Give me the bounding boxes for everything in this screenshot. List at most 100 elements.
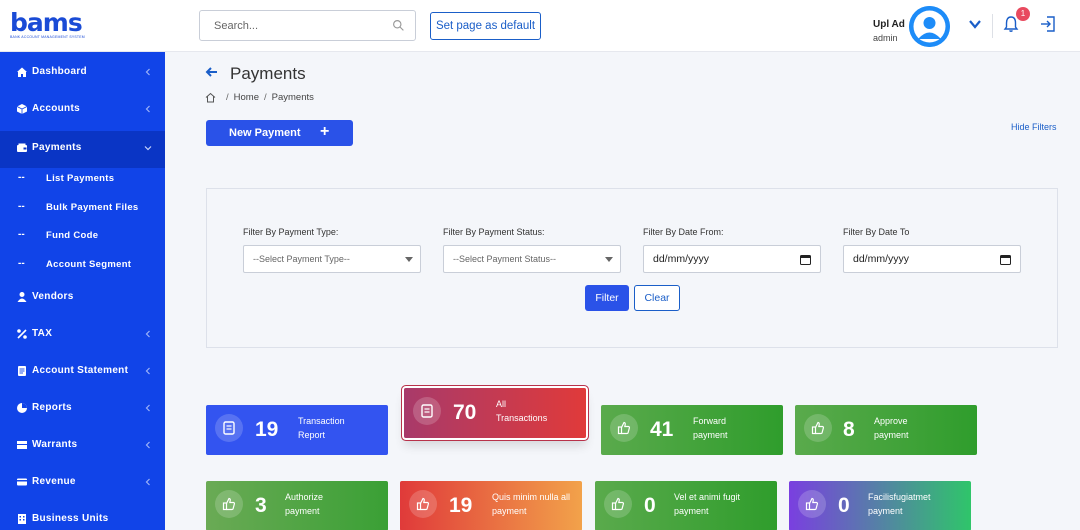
sidebar-item-label: Business Units xyxy=(32,513,109,524)
card-count: 70 xyxy=(453,401,477,424)
header-divider xyxy=(992,14,993,38)
breadcrumb: / Home / Payments xyxy=(205,92,314,103)
search-box xyxy=(199,10,416,41)
sidebar-subitem-label: Fund Code xyxy=(46,230,99,241)
calendar-icon[interactable] xyxy=(1000,254,1011,265)
sidebar-item-label: TAX xyxy=(32,328,53,339)
sidebar-subitem-account-segment[interactable]: -- Account Segment xyxy=(0,254,165,276)
chevron-down-icon[interactable] xyxy=(967,16,983,32)
card-label-line1: Facilisfugiatmet xyxy=(868,492,931,502)
subitem-dash: -- xyxy=(18,229,25,240)
user-icon xyxy=(17,292,27,302)
breadcrumb-separator: / xyxy=(226,92,229,103)
breadcrumb-separator: / xyxy=(263,92,267,103)
thumbs-up-icon xyxy=(222,497,236,511)
back-arrow-icon[interactable] xyxy=(205,65,219,79)
breadcrumb-home[interactable]: Home xyxy=(234,92,259,103)
sidebar-subitem-list-payments[interactable]: -- List Payments xyxy=(0,168,165,190)
card-authorize-payment[interactable]: 3 Authorize payment xyxy=(206,481,388,530)
logout-icon[interactable] xyxy=(1039,15,1057,33)
sidebar-item-label: Account Statement xyxy=(32,365,129,376)
card-icon-circle xyxy=(215,490,243,518)
home-icon xyxy=(17,67,27,77)
sidebar-item-label: Vendors xyxy=(32,291,74,302)
sidebar-item-business-units[interactable]: Business Units xyxy=(0,502,165,530)
card-icon-circle xyxy=(604,490,632,518)
sidebar-item-dashboard[interactable]: Dashboard xyxy=(0,55,165,92)
new-payment-button[interactable]: New Payment + xyxy=(206,120,353,146)
sidebar-item-label: Accounts xyxy=(32,103,80,114)
card-icon-circle xyxy=(798,490,826,518)
payment-status-select[interactable]: --Select Payment Status-- xyxy=(443,245,621,273)
caret-down-icon xyxy=(405,257,413,262)
building-icon xyxy=(18,514,26,524)
document-icon xyxy=(18,366,26,376)
payment-type-value: --Select Payment Type-- xyxy=(253,254,350,264)
card-vel-et-animi-payment[interactable]: 0 Vel et animi fugit payment xyxy=(595,481,777,530)
sidebar-item-warrants[interactable]: Warrants xyxy=(0,428,165,465)
date-to-value: dd/mm/yyyy xyxy=(853,253,910,265)
sidebar-item-payments[interactable]: Payments xyxy=(0,131,165,168)
sidebar-item-revenue[interactable]: Revenue xyxy=(0,465,165,502)
sidebar-subitem-fund-code[interactable]: -- Fund Code xyxy=(0,225,165,247)
sidebar-item-account-statement[interactable]: Account Statement xyxy=(0,354,165,391)
sidebar-subitem-label: Account Segment xyxy=(46,259,132,270)
card-label: Quis minim nulla all payment xyxy=(492,490,582,518)
sidebar-item-tax[interactable]: TAX xyxy=(0,317,165,354)
home-icon[interactable] xyxy=(205,92,216,103)
card-forward-payment[interactable]: 41 Forward payment xyxy=(601,405,783,455)
page-title: Payments xyxy=(230,64,306,83)
payment-type-select[interactable]: --Select Payment Type-- xyxy=(243,245,421,273)
date-from-input[interactable]: dd/mm/yyyy xyxy=(643,245,821,273)
card-label-line1: Forward xyxy=(693,416,727,426)
search-input[interactable] xyxy=(200,11,380,40)
document-icon xyxy=(421,404,433,418)
card-label: Facilisfugiatmet payment xyxy=(868,490,958,518)
payment-status-label: Filter By Payment Status: xyxy=(443,227,545,237)
card-quis-minim-payment[interactable]: 19 Quis minim nulla all payment xyxy=(400,481,582,530)
date-from-label: Filter By Date From: xyxy=(643,227,724,237)
bams-logo[interactable]: bams BANK ACCOUNT MANAGEMENT SYSTEM xyxy=(10,10,85,39)
chevron-left-icon xyxy=(145,68,150,76)
search-icon[interactable] xyxy=(392,19,405,32)
card-count: 0 xyxy=(644,494,656,517)
user-role: admin xyxy=(873,33,898,43)
sidebar-item-accounts[interactable]: Accounts xyxy=(0,92,165,129)
top-header: bams BANK ACCOUNT MANAGEMENT SYSTEM Set … xyxy=(0,0,1080,52)
notification-badge: 1 xyxy=(1016,7,1030,21)
card-facilisfugiatmet-payment[interactable]: 0 Facilisfugiatmet payment xyxy=(789,481,971,530)
card-transaction-report[interactable]: 19 Transaction Report xyxy=(206,405,388,455)
card-all-transactions[interactable]: 70 All Transactions xyxy=(404,388,586,438)
set-default-button[interactable]: Set page as default xyxy=(430,12,541,40)
card-count: 8 xyxy=(843,418,855,441)
sidebar-item-label: Revenue xyxy=(32,476,76,487)
card-label-line2: Report xyxy=(298,430,326,440)
sidebar-item-vendors[interactable]: Vendors xyxy=(0,280,165,317)
card-label: Authorize payment xyxy=(285,490,375,518)
avatar[interactable] xyxy=(909,6,950,47)
card-approve-payment[interactable]: 8 Approve payment xyxy=(795,405,977,455)
card-label-line1: Approve xyxy=(874,416,908,426)
card-count: 19 xyxy=(255,418,279,441)
filter-button[interactable]: Filter xyxy=(585,285,629,311)
wallet-icon xyxy=(17,143,27,152)
sidebar-item-reports[interactable]: Reports xyxy=(0,391,165,428)
sidebar-subitem-bulk-payment-files[interactable]: -- Bulk Payment Files xyxy=(0,197,165,219)
clear-button[interactable]: Clear xyxy=(634,285,680,311)
card-icon-circle xyxy=(804,414,832,442)
user-name: Upl Ad xyxy=(873,19,905,30)
sidebar: Dashboard Accounts Payments -- List Paym… xyxy=(0,52,165,530)
hide-filters-link[interactable]: Hide Filters xyxy=(1011,122,1057,132)
sidebar-item-label: Dashboard xyxy=(32,66,87,77)
user-avatar-icon xyxy=(909,6,950,47)
date-to-input[interactable]: dd/mm/yyyy xyxy=(843,245,1021,273)
card-count: 41 xyxy=(650,418,674,441)
credit-card-icon xyxy=(17,478,27,486)
card-label-line1: Transaction xyxy=(298,416,345,426)
percent-icon xyxy=(17,329,27,339)
calendar-icon[interactable] xyxy=(800,254,811,265)
thumbs-up-icon xyxy=(416,497,430,511)
thumbs-up-icon xyxy=(811,421,825,435)
box-icon xyxy=(16,104,28,114)
new-payment-label: New Payment xyxy=(229,127,301,139)
